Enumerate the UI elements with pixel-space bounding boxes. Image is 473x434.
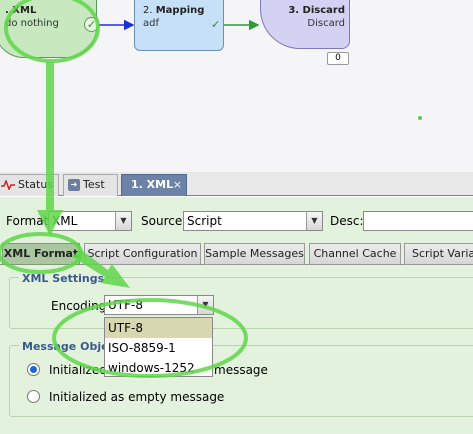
source-value: Script bbox=[187, 214, 222, 228]
description-input[interactable] bbox=[363, 211, 473, 231]
tab-label: Test bbox=[83, 178, 105, 191]
radio-empty-message[interactable] bbox=[27, 390, 40, 403]
encoding-option-iso-8859-1[interactable]: ISO-8859-1 bbox=[105, 338, 212, 358]
connector-subtabs: XML Format Script Configuration Sample M… bbox=[0, 241, 473, 265]
format-value: XML bbox=[52, 214, 78, 228]
editor-tab-bar: Status ➜ Test 1. XML × bbox=[0, 172, 473, 196]
tab-label: Status bbox=[18, 178, 54, 191]
test-icon: ➜ bbox=[68, 179, 80, 191]
flow-node-xml[interactable]: . XML do nothing bbox=[0, 0, 97, 58]
chevron-down-icon[interactable]: ▼ bbox=[115, 212, 131, 230]
encoding-value: UTF-8 bbox=[108, 298, 143, 312]
tab-status[interactable]: Status bbox=[0, 174, 59, 196]
subtab-channel-cache[interactable]: Channel Cache bbox=[309, 243, 401, 265]
subtab-script-variables[interactable]: Script Variab bbox=[404, 243, 473, 265]
encoding-option-windows-1252[interactable]: windows-1252 bbox=[105, 358, 212, 378]
flow-node-number: 2. bbox=[143, 5, 156, 16]
check-icon: ✓ bbox=[211, 18, 221, 31]
radio-copy-label-suffix: message bbox=[214, 363, 268, 377]
close-icon[interactable]: × bbox=[173, 175, 182, 195]
subtab-xml-format[interactable]: XML Format bbox=[2, 243, 80, 265]
tab-label: 1. XML bbox=[131, 178, 174, 191]
xml-settings-legend: XML Settings bbox=[19, 272, 108, 285]
flow-canvas[interactable]: . XML do nothing ✓ 2. Mapping adf ✓ 3. D… bbox=[0, 0, 473, 172]
properties-panel: Format: XML ▼ Source: Script ▼ Desc: XML… bbox=[0, 197, 473, 434]
encoding-select[interactable]: UTF-8 ▼ bbox=[104, 295, 214, 315]
desc-label: Desc: bbox=[330, 214, 364, 228]
format-select[interactable]: XML ▼ bbox=[48, 211, 132, 231]
check-icon: ✓ bbox=[84, 17, 99, 32]
encoding-option-utf8[interactable]: UTF-8 bbox=[105, 318, 212, 338]
subtab-sample-messages[interactable]: Sample Messages bbox=[204, 243, 305, 265]
pulse-icon bbox=[1, 180, 15, 190]
flow-node-title: 3. Discard bbox=[288, 5, 345, 16]
chevron-down-icon[interactable]: ▼ bbox=[197, 296, 213, 314]
canvas-dot bbox=[418, 116, 422, 120]
discard-counter-badge: 0 bbox=[327, 52, 349, 65]
chevron-down-icon[interactable]: ▼ bbox=[306, 212, 322, 230]
format-label: Format: bbox=[6, 214, 53, 228]
subtab-script-configuration[interactable]: Script Configuration bbox=[84, 243, 201, 265]
tab-xml[interactable]: 1. XML × bbox=[121, 174, 187, 196]
flow-node-title: Mapping bbox=[155, 5, 205, 16]
flow-node-subtitle: Discard bbox=[307, 18, 345, 29]
flow-node-subtitle: do nothing bbox=[5, 18, 59, 29]
radio-empty-label: Initialized as empty message bbox=[49, 390, 225, 404]
encoding-label: Encoding: bbox=[51, 299, 111, 313]
encoding-dropdown-list: UTF-8 ISO-8859-1 windows-1252 bbox=[104, 317, 213, 377]
tab-test[interactable]: ➜ Test bbox=[63, 174, 118, 196]
message-object-group bbox=[9, 345, 473, 417]
radio-copy-incoming[interactable] bbox=[27, 363, 40, 376]
flow-node-title: . XML bbox=[5, 5, 37, 16]
source-label: Source: bbox=[141, 214, 187, 228]
source-select[interactable]: Script ▼ bbox=[183, 211, 323, 231]
